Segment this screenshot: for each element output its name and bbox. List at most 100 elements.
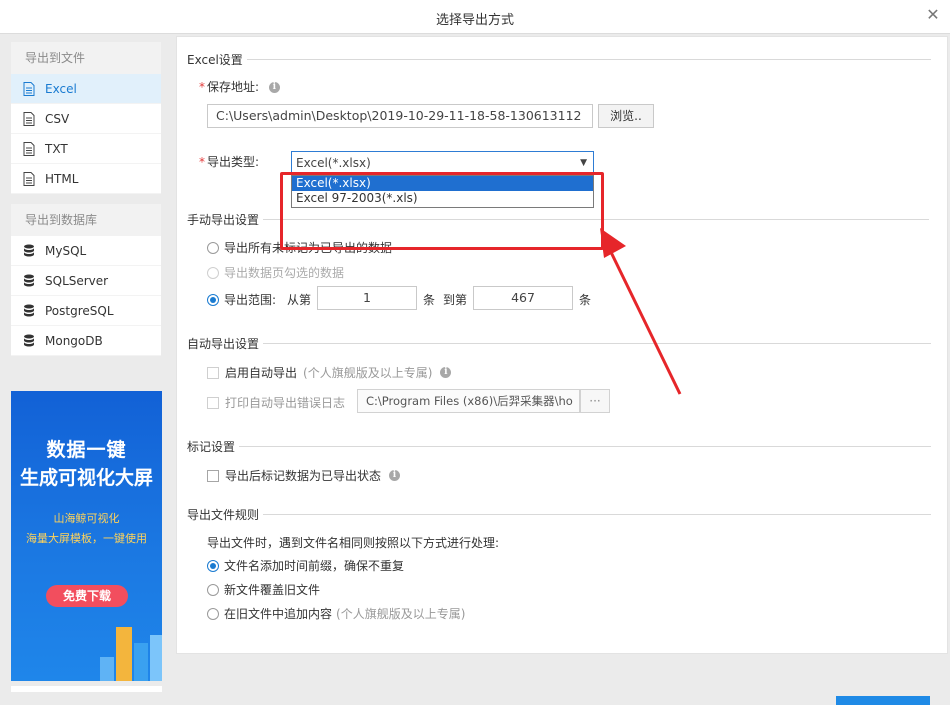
info-icon[interactable]: i <box>268 82 280 93</box>
radio-label: 导出范围: <box>224 293 277 307</box>
database-icon <box>24 334 34 346</box>
required-marker: * <box>199 80 205 94</box>
range-from-label: 从第 <box>287 293 312 307</box>
sidebar-item-label: SQLServer <box>45 273 109 288</box>
sidebar-item-label: MySQL <box>45 243 87 258</box>
required-marker: * <box>199 155 205 169</box>
section-title: 手动导出设置 <box>187 211 264 228</box>
export-button[interactable]: 导出 <box>836 696 930 705</box>
sidebar-item-txt[interactable]: TXT <box>11 134 161 164</box>
file-icon <box>23 81 35 96</box>
radio-export-checked[interactable]: 导出数据页勾选的数据 <box>207 264 344 281</box>
database-icon <box>24 274 34 286</box>
save-path-input[interactable]: C:\Users\admin\Desktop\2019-10-29-11-18-… <box>207 104 593 128</box>
sidebar: 导出到文件 Excel CSV TXT HTML 导出到数据库 MySQL SQ… <box>11 42 161 366</box>
annotation-arrow-icon <box>600 228 682 395</box>
file-export-group: 导出到文件 Excel CSV TXT HTML <box>11 42 161 194</box>
sidebar-item-label: CSV <box>45 111 70 126</box>
sidebar-item-csv[interactable]: CSV <box>11 104 161 134</box>
sidebar-scrollbar[interactable] <box>11 686 162 692</box>
sidebar-item-label: PostgreSQL <box>45 303 114 318</box>
sidebar-item-mysql[interactable]: MySQL <box>11 236 161 266</box>
save-path-label: 保存地址: <box>207 80 260 94</box>
export-type-label-row: * 导出类型: <box>199 153 259 170</box>
save-path-label-row: * 保存地址: i <box>199 78 280 95</box>
database-icon <box>24 244 34 256</box>
radio-export-range[interactable]: 导出范围: <box>207 291 276 308</box>
range-to-label: 到第 <box>443 293 468 307</box>
excel-settings-section: Excel设置 <box>187 51 931 68</box>
file-icon <box>23 111 35 126</box>
radio-add-time-prefix[interactable]: 文件名添加时间前缀，确保不重复 <box>207 557 404 574</box>
checkbox-label: 打印自动导出错误日志 <box>225 396 346 410</box>
radio-label: 文件名添加时间前缀，确保不重复 <box>224 559 405 573</box>
premium-note: (个人旗舰版及以上专属) <box>336 607 466 621</box>
file-icon <box>23 141 35 156</box>
database-icon <box>24 304 34 316</box>
range-unit-label: 条 <box>423 293 436 307</box>
db-export-group: 导出到数据库 MySQL SQLServer PostgreSQL MongoD… <box>11 204 161 356</box>
file-rules-section: 导出文件规则 <box>187 506 931 523</box>
radio-label: 在旧文件中追加内容 <box>224 607 333 621</box>
close-icon[interactable]: ✕ <box>924 6 942 24</box>
free-download-button[interactable]: 免费下载 <box>46 585 128 607</box>
file-rules-intro: 导出文件时，遇到文件名相同则按照以下方式进行处理: <box>207 536 500 550</box>
checkbox-label: 导出后标记数据为已导出状态 <box>225 469 382 483</box>
export-type-label: 导出类型: <box>207 155 260 169</box>
dialog-title: 选择导出方式 <box>435 13 514 28</box>
file-icon <box>23 171 35 186</box>
radio-append[interactable]: 在旧文件中追加内容 (个人旗舰版及以上专属) <box>207 605 465 622</box>
sidebar-item-label: TXT <box>45 141 68 156</box>
premium-note: (个人旗舰版及以上专属) <box>303 366 433 380</box>
radio-circle <box>207 241 219 254</box>
sidebar-item-label: HTML <box>45 171 79 186</box>
info-icon[interactable]: i <box>389 470 401 481</box>
chevron-down-icon: ▼ <box>580 158 587 168</box>
export-type-value: Excel(*.xlsx) <box>296 156 371 170</box>
db-group-header: 导出到数据库 <box>11 204 161 236</box>
browse-button[interactable]: 浏览.. <box>598 104 654 128</box>
radio-circle <box>207 293 219 306</box>
mark-settings-section: 标记设置 <box>187 438 931 455</box>
error-log-checkbox[interactable]: 打印自动导出错误日志 <box>207 394 345 411</box>
auto-export-section: 自动导出设置 <box>187 335 931 352</box>
radio-overwrite[interactable]: 新文件覆盖旧文件 <box>207 581 320 598</box>
promo-headline-1: 数据一键 <box>46 439 127 461</box>
sidebar-item-mongodb[interactable]: MongoDB <box>11 326 161 356</box>
annotation-highlight-box <box>280 172 604 250</box>
section-title: 导出文件规则 <box>187 506 264 523</box>
sidebar-item-label: MongoDB <box>45 333 103 348</box>
promo-headline-2: 生成可视化大屏 <box>19 467 153 489</box>
radio-label: 导出数据页勾选的数据 <box>224 266 345 280</box>
radio-circle <box>207 266 219 279</box>
dialog-titlebar: 选择导出方式 ✕ <box>0 0 950 34</box>
mark-exported-checkbox[interactable]: 导出后标记数据为已导出状态 i <box>207 467 401 484</box>
section-title: 标记设置 <box>187 438 240 455</box>
settings-panel: Excel设置 * 保存地址: i C:\Users\admin\Desktop\… <box>176 36 948 654</box>
checkbox-box <box>207 396 219 409</box>
sidebar-item-sqlserver[interactable]: SQLServer <box>11 266 161 296</box>
checkbox-box <box>207 469 219 482</box>
section-title: 自动导出设置 <box>187 335 264 352</box>
radio-circle <box>207 583 219 596</box>
sidebar-item-label: Excel <box>45 81 77 96</box>
enable-auto-export-checkbox[interactable]: 启用自动导出 (个人旗舰版及以上专属) i <box>207 364 452 381</box>
section-title: Excel设置 <box>187 51 247 68</box>
promo-tagline: 海量大屏模板，一键使用 <box>26 532 147 545</box>
range-to-input[interactable]: 467 <box>473 286 573 310</box>
radio-circle <box>207 559 219 572</box>
dialog-body: 导出到文件 Excel CSV TXT HTML 导出到数据库 MySQL SQ… <box>0 34 950 705</box>
sidebar-item-html[interactable]: HTML <box>11 164 161 194</box>
bar-chart-illustration <box>100 627 162 681</box>
checkbox-box <box>207 366 219 379</box>
promo-banner[interactable]: 数据一键 生成可视化大屏 山海鲸可视化 海量大屏模板，一键使用 免费下载 <box>11 391 162 681</box>
error-log-path-input[interactable]: C:\Program Files (x86)\后羿采集器\ho <box>357 389 580 413</box>
radio-label: 新文件覆盖旧文件 <box>224 583 321 597</box>
range-from-input[interactable]: 1 <box>317 286 417 310</box>
promo-brand: 山海鲸可视化 <box>53 512 120 525</box>
checkbox-label: 启用自动导出 <box>225 366 298 380</box>
radio-circle <box>207 607 219 620</box>
sidebar-item-excel[interactable]: Excel <box>11 74 161 104</box>
info-icon[interactable]: i <box>440 367 452 378</box>
sidebar-item-postgresql[interactable]: PostgreSQL <box>11 296 161 326</box>
